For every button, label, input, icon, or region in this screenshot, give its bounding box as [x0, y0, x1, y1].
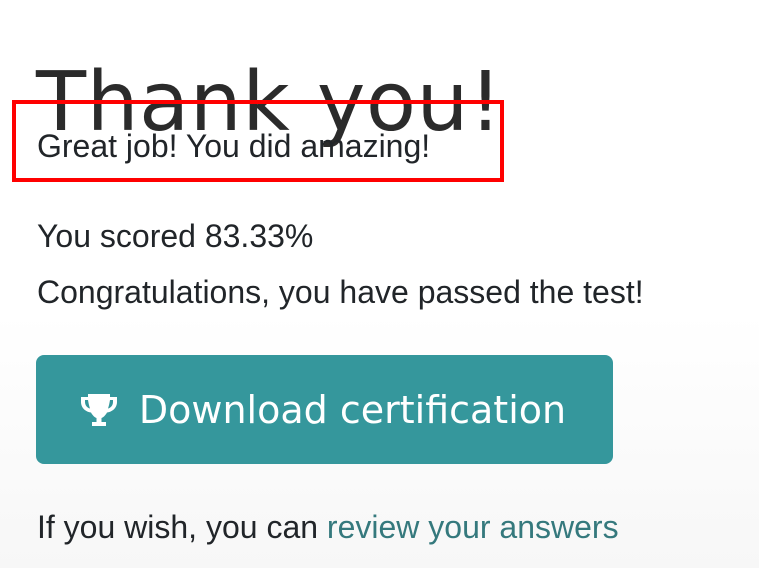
review-answers-link[interactable]: review your answers [327, 509, 619, 545]
review-prefix-text: If you wish, you can [37, 509, 327, 545]
download-certification-button[interactable]: Download certification [36, 355, 613, 464]
review-answers-line: If you wish, you can review your answers [37, 505, 619, 549]
pass-message: Congratulations, you have passed the tes… [37, 274, 644, 310]
download-button-label: Download certification [138, 387, 567, 432]
score-text: You scored 83.33% [37, 218, 314, 254]
quiz-result-message: Great job! You did amazing! [37, 128, 431, 164]
trophy-icon [77, 388, 121, 432]
